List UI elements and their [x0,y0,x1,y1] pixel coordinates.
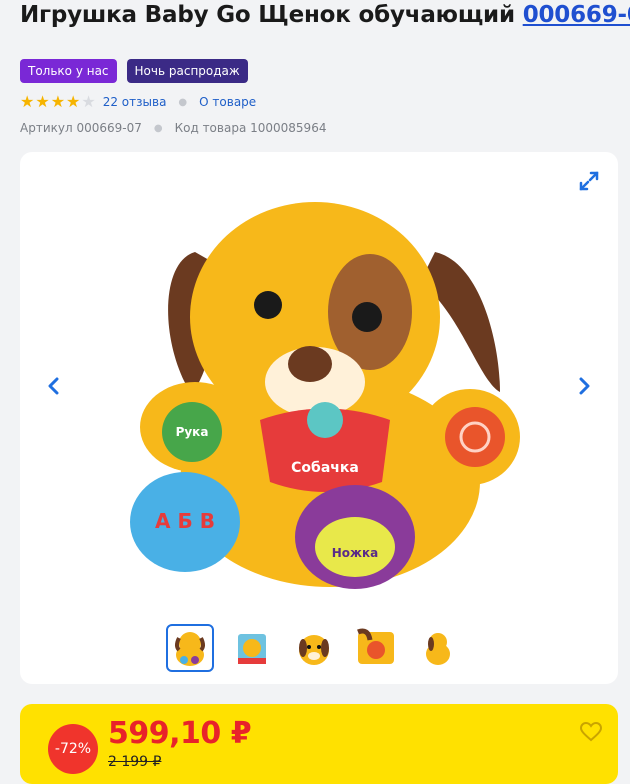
current-price: 599,10 ₽ [108,716,252,751]
star-icon: ★ [66,92,81,111]
star-empty-icon: ★ [81,92,96,111]
article-number: Артикул 000669-07 [20,121,142,135]
thumbnail-strip [166,624,462,672]
toy-bib-label: Собачка [291,460,359,476]
separator-dot: ● [153,122,163,134]
heart-icon[interactable] [579,721,603,746]
expand-icon[interactable] [578,170,600,196]
thumbnail[interactable] [352,624,400,672]
product-title: Игрушка Baby Go Щенок обучающий [20,2,515,28]
star-icon: ★ [35,92,50,111]
star-icon: ★ [50,92,66,111]
thumbnail[interactable] [290,624,338,672]
chevron-right-icon[interactable] [572,374,596,398]
price-card: -72% 599,10 ₽ 2 199 ₽ [20,704,618,784]
star-icon: ★ [20,92,35,111]
rating-stars: ★ ★ ★ ★ ★ [20,93,96,111]
old-price: 2 199 ₽ [108,754,162,770]
sku-link[interactable]: 000669-07 [523,2,630,28]
gallery-card: Рука Собачка А Б В Ножка [20,152,618,684]
thumbnail[interactable] [414,624,462,672]
toy-hand-label: Рука [176,425,209,439]
thumbnail[interactable] [166,624,214,672]
badge-exclusive: Только у нас [20,59,117,83]
chevron-left-icon[interactable] [42,374,66,398]
reviews-link[interactable]: 22 отзыва [103,95,167,109]
badge-sale-night: Ночь распродаж [126,59,248,83]
badges: Только у нас Ночь распродаж [20,59,248,83]
separator-dot: ● [178,96,188,108]
product-code: Код товара 1000085964 [174,121,327,135]
rating-row: ★ ★ ★ ★ ★ 22 отзыва ● О товаре [20,93,256,111]
discount-badge: -72% [48,724,98,774]
thumbnail[interactable] [228,624,276,672]
about-link[interactable]: О товаре [199,95,256,109]
toy-foot-label: Ножка [332,546,378,560]
toy-letters-label: А Б В [155,509,215,533]
product-image[interactable]: Рука Собачка А Б В Ножка [120,192,520,592]
meta-row: Артикул 000669-07 ● Код товара 100008596… [20,121,326,135]
page-title: Игрушка Baby Go Щенок обучающий 000669-0… [20,2,630,28]
